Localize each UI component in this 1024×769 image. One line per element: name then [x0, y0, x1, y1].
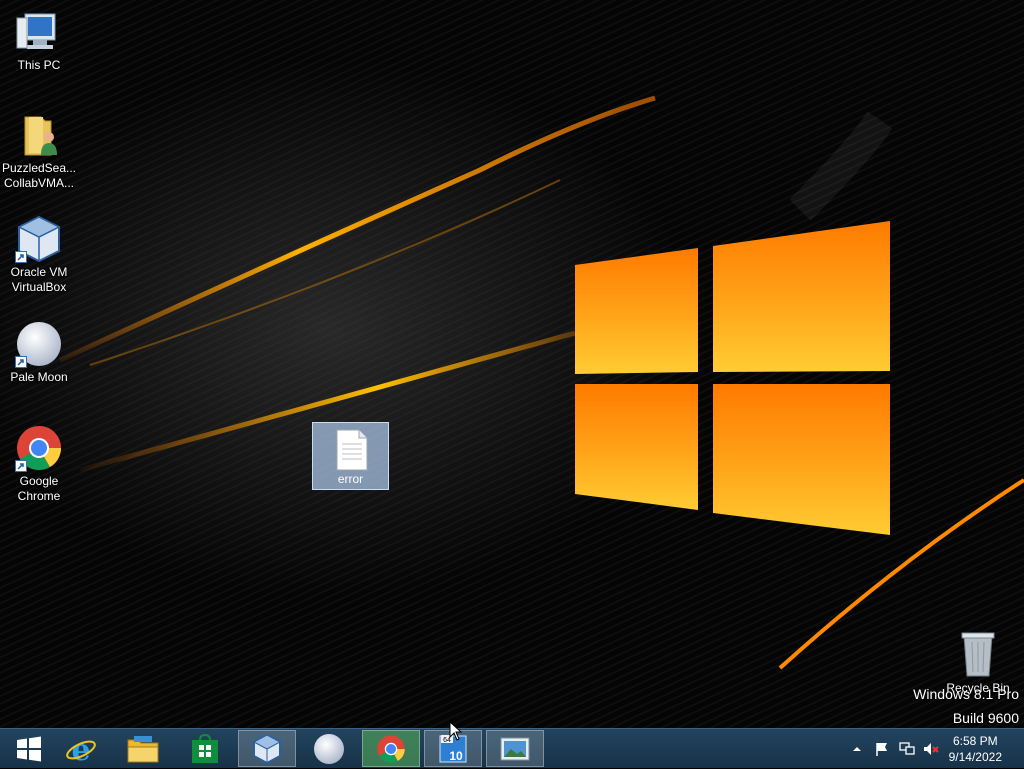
folder-icon	[127, 735, 159, 762]
desktop-wallpaper[interactable]: This PC PuzzledSea... CollabVMA... Oracl…	[0, 0, 1024, 728]
pale-moon-icon	[314, 733, 344, 764]
taskbar-store[interactable]	[176, 730, 234, 767]
chrome-icon	[15, 424, 63, 472]
wallpaper-windows-logo	[575, 221, 890, 535]
taskbar-photos[interactable]	[486, 730, 544, 767]
action-center-flag-icon	[876, 743, 887, 756]
show-hidden-icons-button[interactable]	[850, 729, 864, 769]
desktop-icon-user-folder[interactable]: PuzzledSea... CollabVMA...	[1, 111, 77, 191]
volume-button[interactable]	[922, 729, 940, 769]
desktop-icon-virtualbox[interactable]: Oracle VM VirtualBox	[1, 215, 77, 295]
taskbar-clock[interactable]: 6:58 PM 9/14/2022	[949, 733, 1002, 765]
taskbar-pale-moon[interactable]	[300, 730, 358, 767]
svg-text:e: e	[71, 733, 90, 765]
network-button[interactable]	[898, 729, 916, 769]
user-folder-icon	[15, 111, 63, 159]
desktop-icon-label: Oracle VM VirtualBox	[10, 265, 68, 294]
desktop-icon-pale-moon[interactable]: Pale Moon	[1, 320, 77, 385]
desktop-file-error[interactable]: error	[312, 422, 389, 490]
clock-date: 9/14/2022	[948, 750, 1002, 764]
installer-number: 10	[449, 749, 463, 763]
os-watermark-line1: Windows 8.1 Pro	[913, 686, 1019, 702]
start-button[interactable]	[0, 730, 58, 767]
desktop-icon-chrome[interactable]: Google Chrome	[1, 424, 77, 504]
photo-icon	[500, 737, 530, 760]
taskbar-virtualbox[interactable]	[238, 730, 296, 767]
this-pc-icon	[15, 8, 63, 56]
desktop-icon-label: This PC	[17, 58, 61, 72]
shortcut-arrow-icon	[15, 460, 27, 472]
text-file-icon	[336, 429, 367, 471]
windows-logo-icon	[17, 736, 41, 761]
mouse-cursor-icon	[449, 721, 463, 741]
chrome-icon	[377, 734, 405, 763]
desktop-icon-label: Pale Moon	[10, 370, 68, 384]
taskbar-file-explorer[interactable]	[114, 730, 172, 767]
shortcut-arrow-icon	[15, 356, 27, 368]
shortcut-arrow-icon	[15, 251, 27, 263]
taskbar: e 64 10 6:58 PM 9/14/2022	[0, 728, 1024, 768]
volume-muted-icon	[924, 743, 939, 755]
pale-moon-icon	[15, 320, 63, 368]
desktop-icon-this-pc[interactable]: This PC	[1, 8, 77, 73]
desktop-icon-label: Google Chrome	[17, 474, 61, 503]
os-watermark-line2: Build 9600	[952, 710, 1019, 726]
network-icon	[899, 742, 915, 755]
taskbar-chrome[interactable]	[362, 730, 420, 767]
clock-time: 6:58 PM	[952, 734, 998, 748]
taskbar-internet-explorer[interactable]: e	[52, 730, 110, 767]
virtualbox-icon	[252, 733, 282, 764]
ie-icon: e	[66, 733, 96, 765]
show-hidden-arrow-icon	[853, 747, 861, 751]
virtualbox-icon	[15, 215, 63, 263]
recycle-bin-icon	[961, 632, 995, 677]
desktop-file-label: error	[337, 472, 364, 486]
desktop-icon-label: PuzzledSea... CollabVMA...	[1, 161, 77, 190]
action-center-button[interactable]	[874, 729, 890, 769]
store-icon	[192, 733, 218, 763]
